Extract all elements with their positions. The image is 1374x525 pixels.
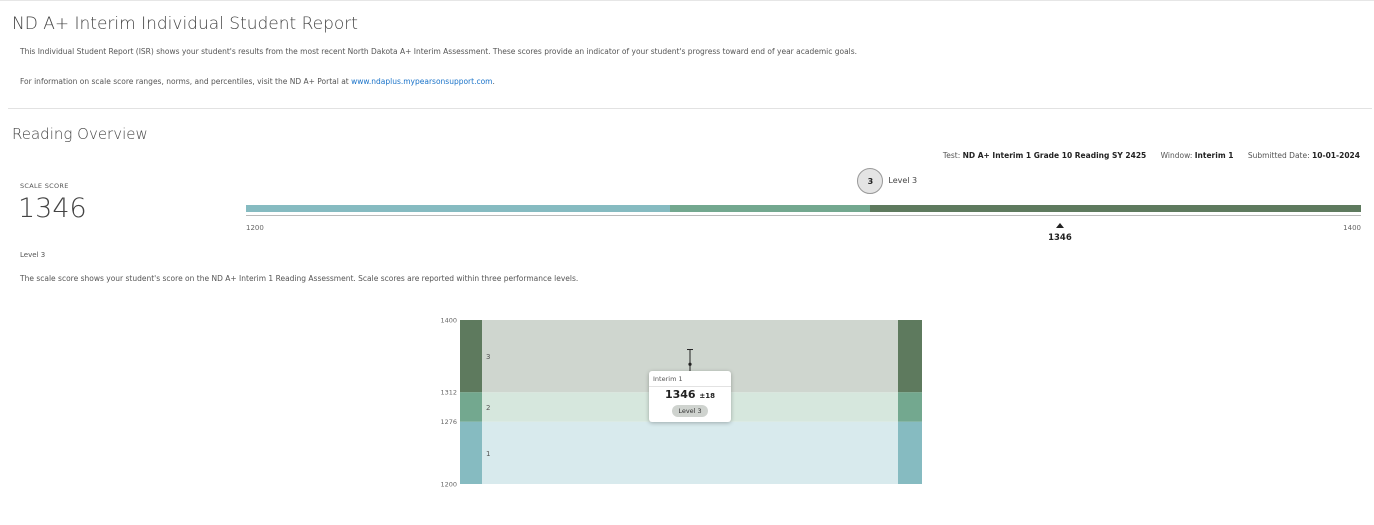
page-title: ND A+ Interim Individual Student Report (12, 14, 358, 34)
y-tick-1276: 1276 (440, 418, 457, 426)
scale-max-label: 1400 (1343, 224, 1361, 232)
level-badge: 3 (857, 168, 884, 194)
test-label: Test: (942, 151, 963, 160)
level-bar-right-1 (898, 421, 922, 484)
top-border (0, 0, 1374, 1)
tooltip-score-value: 1346 (664, 388, 696, 401)
y-tick-1400: 1400 (440, 317, 457, 325)
level-bar-right-2 (898, 392, 922, 422)
y-tick-1200: 1200 (440, 481, 457, 489)
score-marker-value: 1346 (1048, 233, 1072, 243)
header-divider (8, 108, 1372, 109)
portal-info: For information on scale score ranges, n… (20, 77, 495, 86)
performance-level: Level 3 (20, 251, 46, 259)
tooltip-level: Level 3 (672, 405, 708, 417)
tooltip-window: Interim 1 (653, 375, 683, 383)
tooltip-score: 1346 ±18 (649, 388, 731, 401)
tooltip-divider (649, 386, 731, 387)
portal-info-suffix: . (492, 77, 495, 86)
score-point[interactable] (688, 362, 692, 366)
level-bar-left-3 (460, 320, 482, 393)
intro-text: This Individual Student Report (ISR) sho… (20, 47, 858, 56)
date-label: Submitted Date: (1247, 151, 1313, 160)
portal-link[interactable]: www.ndaplus.mypearsonsupport.com (351, 77, 492, 86)
scale-axis (246, 215, 1361, 216)
level-band-label-3: 3 (486, 353, 490, 361)
level-badge-label: Level 3 (888, 176, 918, 185)
date-value: 10-01-2024 (1312, 151, 1360, 160)
level-bar-left-1 (460, 421, 482, 484)
window-value: Interim 1 (1194, 151, 1234, 160)
y-tick-1312: 1312 (440, 389, 457, 397)
scale-score-bar (246, 205, 1361, 212)
scale-segment-level-3 (870, 205, 1361, 212)
test-meta: Test: ND A+ Interim 1 Grade 10 Reading S… (943, 151, 1360, 160)
level-band-label-1: 1 (486, 450, 490, 458)
score-marker-icon (1055, 223, 1064, 228)
scale-score-value: 1346 (18, 193, 87, 224)
section-title: Reading Overview (12, 125, 148, 143)
level-bar-right-3 (898, 320, 922, 393)
score-tooltip: Interim 1 1346 ±18 Level 3 (649, 371, 731, 422)
tooltip-sem: ±18 (699, 392, 716, 400)
scale-segment-level-1 (246, 205, 670, 212)
scale-score-label: SCALE SCORE (20, 182, 69, 190)
level-band-label-2: 2 (486, 404, 490, 412)
window-label: Window: (1160, 151, 1195, 160)
test-value: ND A+ Interim 1 Grade 10 Reading SY 2425 (962, 151, 1147, 160)
scale-segment-level-2 (669, 205, 871, 212)
level-bar-left-2 (460, 392, 482, 422)
score-description: The scale score shows your student's sco… (20, 274, 579, 283)
level-band-1 (482, 421, 898, 484)
portal-info-prefix: For information on scale score ranges, n… (20, 77, 352, 86)
scale-min-label: 1200 (246, 224, 264, 232)
